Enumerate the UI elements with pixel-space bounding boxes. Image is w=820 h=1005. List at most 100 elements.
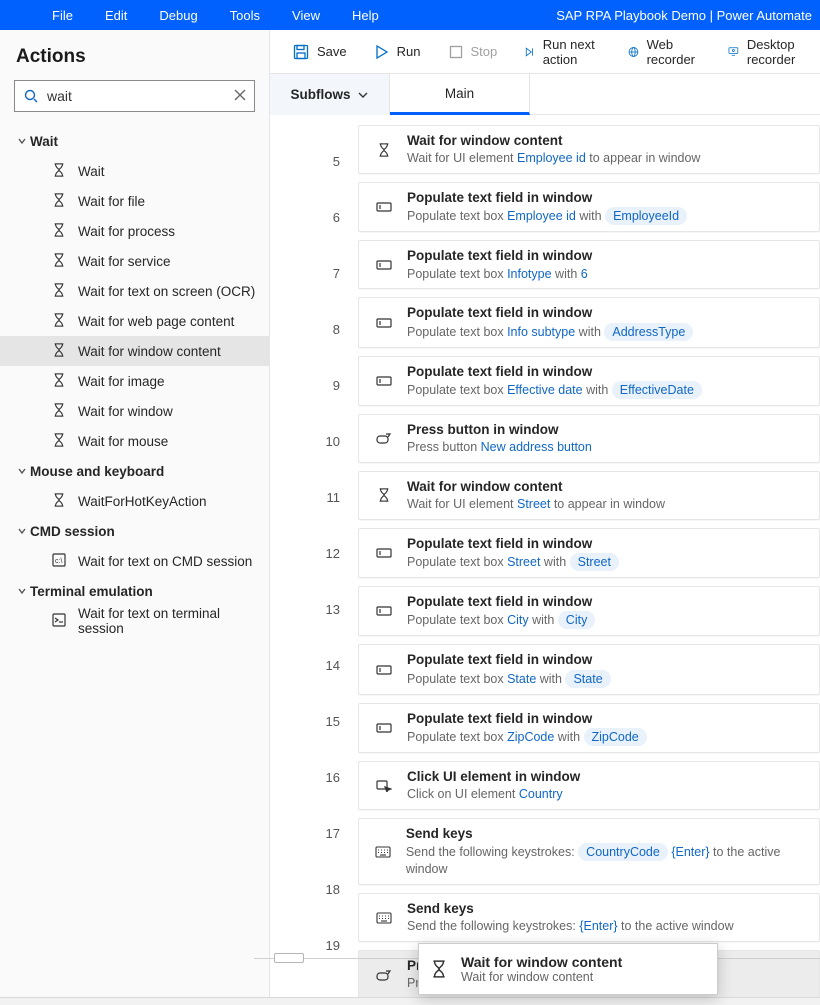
tooltip-sub: Wait for window content	[461, 970, 622, 984]
hourglass-icon	[52, 613, 66, 630]
tree-item[interactable]: Wait for text on terminal session	[0, 606, 269, 636]
step-icon	[371, 316, 397, 330]
line-number: 10	[270, 413, 340, 469]
line-number: 12	[270, 525, 340, 581]
tree-item[interactable]: Wait for mouse	[0, 426, 269, 456]
step-icon	[371, 604, 397, 618]
run-button[interactable]: Run	[365, 30, 431, 74]
hourglass-icon	[431, 960, 447, 978]
menu-tools[interactable]: Tools	[214, 0, 276, 30]
search-icon	[23, 88, 39, 104]
hourglass-icon	[52, 343, 66, 360]
flow-step[interactable]: Press button in windowPress button New a…	[358, 414, 820, 463]
hourglass-icon: c:\	[52, 553, 66, 570]
tree-item[interactable]: c:\Wait for text on CMD session	[0, 546, 269, 576]
line-number: 17	[270, 805, 340, 861]
flow-steps: Wait for window contentWait for UI eleme…	[358, 115, 820, 997]
step-icon	[371, 912, 397, 924]
hourglass-icon	[52, 403, 66, 420]
step-icon	[371, 488, 397, 502]
actions-tree: WaitWaitWait for fileWait for processWai…	[0, 122, 269, 636]
menu-help[interactable]: Help	[336, 0, 395, 30]
flow-step[interactable]: Populate text field in windowPopulate te…	[358, 586, 820, 636]
flow-step[interactable]: Populate text field in windowPopulate te…	[358, 240, 820, 289]
stop-button-label: Stop	[471, 44, 498, 59]
search-input-wrap[interactable]	[14, 80, 255, 112]
run-button-label: Run	[397, 44, 421, 59]
tab-subflows[interactable]: Subflows	[270, 74, 390, 115]
flow-step[interactable]: Populate text field in windowPopulate te…	[358, 182, 820, 232]
tree-group[interactable]: Wait	[0, 126, 269, 156]
web-recorder-button[interactable]: Web recorder	[618, 30, 710, 74]
run-next-button[interactable]: Run next action	[515, 30, 609, 74]
web-recorder-label: Web recorder	[647, 37, 701, 67]
step-icon	[371, 200, 397, 214]
tab-main[interactable]: Main	[390, 74, 530, 115]
flow-step[interactable]: Click UI element in windowClick on UI el…	[358, 761, 820, 810]
title-bar: FileEditDebugToolsViewHelp SAP RPA Playb…	[0, 0, 820, 30]
tree-group[interactable]: CMD session	[0, 516, 269, 546]
svg-text:c:\: c:\	[55, 558, 62, 565]
step-icon	[371, 778, 397, 792]
tree-item[interactable]: Wait	[0, 156, 269, 186]
flow-step[interactable]: Populate text field in windowPopulate te…	[358, 644, 820, 694]
flow-step[interactable]: Wait for window contentWait for UI eleme…	[358, 125, 820, 174]
hourglass-icon	[52, 373, 66, 390]
save-button[interactable]: Save	[283, 30, 357, 74]
workspace: Subflows Main 5678910111213141516171819 …	[270, 74, 820, 997]
menu-debug[interactable]: Debug	[143, 0, 213, 30]
status-bar	[0, 997, 820, 1005]
step-icon	[371, 663, 397, 677]
hourglass-icon	[52, 193, 66, 210]
tree-group[interactable]: Terminal emulation	[0, 576, 269, 606]
line-number: 18	[270, 861, 340, 917]
stop-button: Stop	[439, 30, 508, 74]
tab-main-label: Main	[445, 86, 474, 101]
flow-step[interactable]: Send keysSend the following keystrokes: …	[358, 818, 820, 885]
step-icon	[371, 258, 397, 272]
menu-bar: FileEditDebugToolsViewHelp	[0, 0, 395, 30]
step-icon	[371, 431, 397, 445]
step-icon	[371, 846, 396, 858]
search-input[interactable]	[39, 88, 234, 104]
save-button-label: Save	[317, 44, 347, 59]
tree-item[interactable]: Wait for process	[0, 216, 269, 246]
chevron-down-icon	[357, 89, 369, 101]
menu-file[interactable]: File	[36, 0, 89, 30]
tree-item[interactable]: Wait for web page content	[0, 306, 269, 336]
actions-title: Actions	[0, 30, 269, 80]
drag-tooltip: Wait for window content Wait for window …	[418, 943, 718, 995]
hourglass-icon	[52, 223, 66, 240]
flow-step[interactable]: Populate text field in windowPopulate te…	[358, 703, 820, 753]
menu-edit[interactable]: Edit	[89, 0, 143, 30]
flow-step[interactable]: Populate text field in windowPopulate te…	[358, 356, 820, 406]
flow-step[interactable]: Populate text field in windowPopulate te…	[358, 528, 820, 578]
step-icon	[371, 721, 397, 735]
window-title: SAP RPA Playbook Demo | Power Automate	[556, 8, 820, 23]
line-number: 8	[270, 301, 340, 357]
tab-subflows-label: Subflows	[291, 87, 351, 102]
tree-item[interactable]: Wait for file	[0, 186, 269, 216]
tree-item[interactable]: Wait for text on screen (OCR)	[0, 276, 269, 306]
tree-group[interactable]: Mouse and keyboard	[0, 456, 269, 486]
tree-item[interactable]: Wait for service	[0, 246, 269, 276]
actions-panel: Actions WaitWaitWait for fileWait for pr…	[0, 30, 270, 997]
line-number: 7	[270, 245, 340, 301]
step-icon	[371, 968, 397, 982]
run-next-label: Run next action	[543, 37, 600, 67]
flow-step[interactable]: Populate text field in windowPopulate te…	[358, 297, 820, 347]
tree-item[interactable]: Wait for window content	[0, 336, 269, 366]
clear-search-icon[interactable]	[234, 89, 246, 104]
flow-step[interactable]: Send keysSend the following keystrokes: …	[358, 893, 820, 942]
step-icon	[371, 374, 397, 388]
flow-tabs: Subflows Main	[270, 74, 820, 115]
tree-item[interactable]: WaitForHotKeyAction	[0, 486, 269, 516]
flow-step[interactable]: Wait for window contentWait for UI eleme…	[358, 471, 820, 520]
line-number: 16	[270, 749, 340, 805]
tree-item[interactable]: Wait for image	[0, 366, 269, 396]
hourglass-icon	[52, 283, 66, 300]
desktop-recorder-button[interactable]: Desktop recorder	[718, 30, 820, 74]
tree-item[interactable]: Wait for window	[0, 396, 269, 426]
hourglass-icon	[52, 313, 66, 330]
menu-view[interactable]: View	[276, 0, 336, 30]
